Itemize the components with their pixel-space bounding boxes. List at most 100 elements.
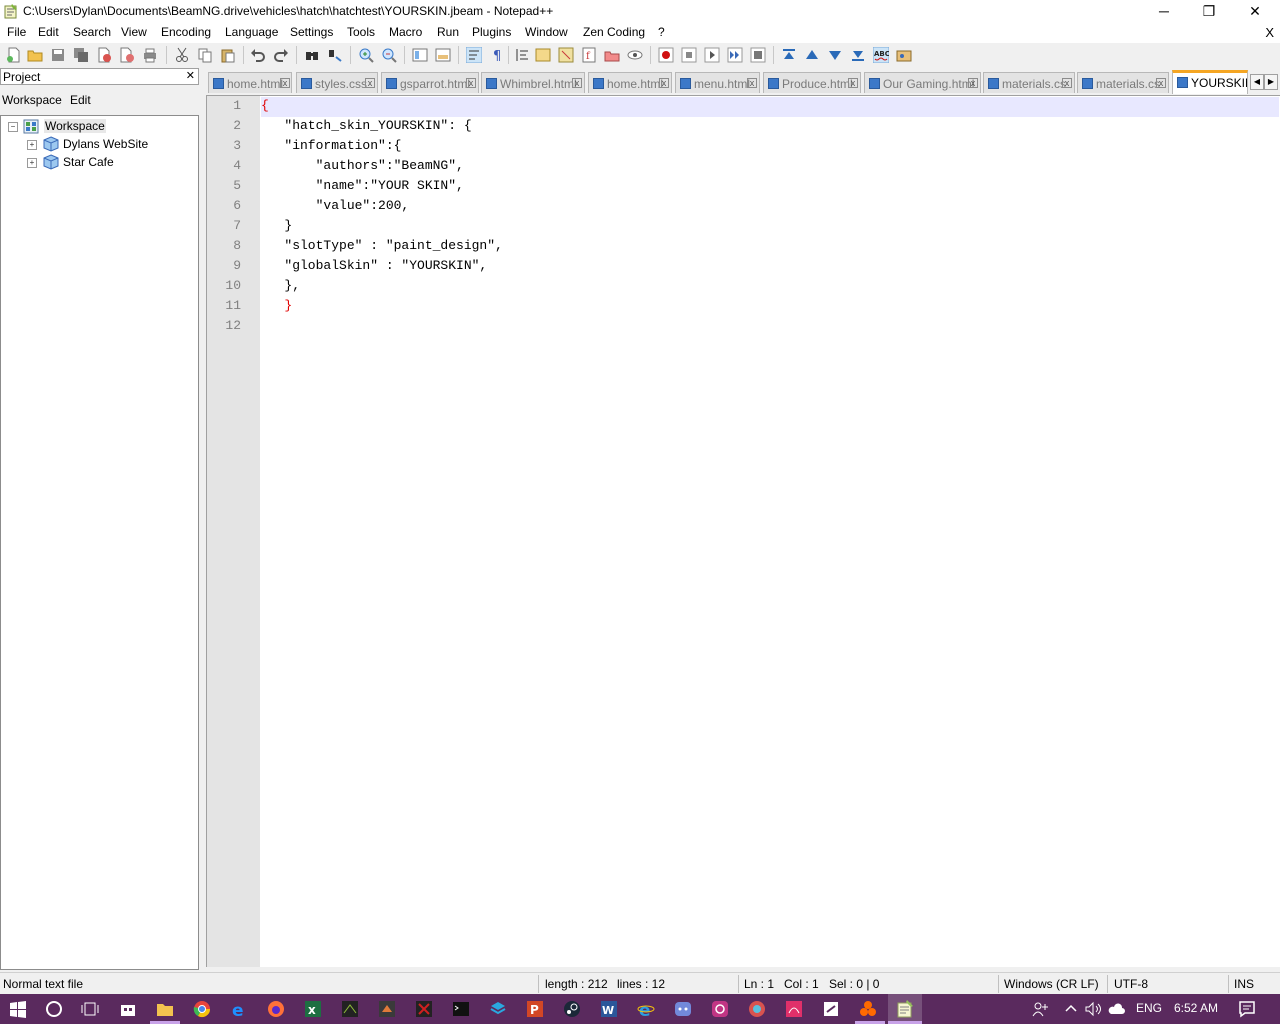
- tab-scroll-right-icon[interactable]: ▶: [1264, 74, 1278, 90]
- tab-close-icon[interactable]: x: [848, 78, 858, 88]
- app-icon-pink[interactable]: [785, 1000, 803, 1018]
- project-menu-edit[interactable]: Edit: [70, 93, 91, 107]
- project-menu-workspace[interactable]: Workspace: [2, 93, 62, 107]
- paste-icon[interactable]: [220, 47, 236, 63]
- minimize-button[interactable]: ─: [1141, 0, 1187, 23]
- save-macro-icon[interactable]: [750, 47, 766, 63]
- volume-icon[interactable]: [1084, 1000, 1102, 1018]
- tree-collapse-icon[interactable]: −: [8, 122, 18, 132]
- open-file-icon[interactable]: [27, 47, 43, 63]
- tab-whimbrel-html[interactable]: Whimbrel.html x: [481, 72, 585, 93]
- monitoring-icon[interactable]: [627, 47, 643, 63]
- show-all-chars-icon[interactable]: ¶: [489, 47, 505, 63]
- spell-check-icon[interactable]: ABC: [873, 47, 889, 63]
- menu-macro[interactable]: Macro: [389, 25, 422, 39]
- tree-item-dylans-website[interactable]: Dylans WebSite: [63, 137, 148, 151]
- tree-root-label[interactable]: Workspace: [44, 119, 106, 133]
- menu-file[interactable]: File: [7, 25, 26, 39]
- save-all-icon[interactable]: [73, 47, 89, 63]
- indent-guide-icon[interactable]: [514, 47, 530, 63]
- language-indicator[interactable]: ENG: [1136, 1001, 1162, 1015]
- close-file-icon[interactable]: [96, 47, 112, 63]
- tab-menu-html[interactable]: menu.html x: [675, 72, 760, 93]
- word-icon[interactable]: W: [600, 1000, 618, 1018]
- code-editor[interactable]: 1 2 3 4 5 6 7 8 9 10 11 12 { "hatch_skin…: [206, 95, 1280, 967]
- restore-button[interactable]: ❐: [1186, 0, 1232, 23]
- close-button[interactable]: ✕: [1232, 0, 1278, 23]
- tab-close-icon[interactable]: x: [466, 78, 476, 88]
- word-wrap-icon[interactable]: [466, 47, 482, 63]
- new-file-icon[interactable]: [6, 47, 22, 63]
- copy-icon[interactable]: [197, 47, 213, 63]
- replace-icon[interactable]: [327, 47, 343, 63]
- powerpoint-icon[interactable]: P: [526, 1000, 544, 1018]
- tab-materials-cs[interactable]: materials.cs x: [983, 72, 1075, 93]
- menu-run[interactable]: Run: [437, 25, 459, 39]
- app-icon-orange[interactable]: [859, 1000, 877, 1018]
- file-explorer-icon[interactable]: [156, 1000, 174, 1018]
- tab-home-html-2[interactable]: home.html x: [588, 72, 672, 93]
- discord-icon[interactable]: [674, 1000, 692, 1018]
- tab-gsparrot-html[interactable]: gsparrot.html x: [381, 72, 479, 93]
- app-icon-game[interactable]: [378, 1000, 396, 1018]
- move-bottom-icon[interactable]: [850, 47, 866, 63]
- excel-icon[interactable]: x: [304, 1000, 322, 1018]
- undo-icon[interactable]: [250, 47, 266, 63]
- steam-icon[interactable]: [563, 1000, 581, 1018]
- search-cortana-icon[interactable]: [45, 1000, 63, 1018]
- internet-explorer-icon[interactable]: e: [637, 1000, 655, 1018]
- tab-yourskin[interactable]: YOURSKIN: [1172, 70, 1248, 94]
- menu-language[interactable]: Language: [225, 25, 278, 39]
- people-icon[interactable]: [1031, 1000, 1049, 1018]
- app-icon-blue[interactable]: [489, 1000, 507, 1018]
- save-icon[interactable]: [50, 47, 66, 63]
- onedrive-cloud-icon[interactable]: [1108, 1000, 1126, 1018]
- tab-close-icon[interactable]: x: [1156, 78, 1166, 88]
- move-up-icon[interactable]: [804, 47, 820, 63]
- close-all-icon[interactable]: [119, 47, 135, 63]
- find-icon[interactable]: [304, 47, 320, 63]
- user-language-icon[interactable]: [535, 47, 551, 63]
- menu-zen-coding[interactable]: Zen Coding: [583, 25, 645, 39]
- print-icon[interactable]: [142, 47, 158, 63]
- tab-close-icon[interactable]: x: [968, 78, 978, 88]
- stop-macro-icon[interactable]: [681, 47, 697, 63]
- store-icon[interactable]: [119, 1000, 137, 1018]
- menu-view[interactable]: View: [121, 25, 147, 39]
- tab-home-html[interactable]: home.html x: [208, 72, 292, 93]
- show-hidden-icons-icon[interactable]: [1062, 1000, 1080, 1018]
- menu-edit[interactable]: Edit: [38, 25, 59, 39]
- sync-horizontal-icon[interactable]: [435, 47, 451, 63]
- project-panel-close-icon[interactable]: ✕: [186, 69, 195, 82]
- cut-icon[interactable]: [174, 47, 190, 63]
- tab-close-icon[interactable]: x: [1062, 78, 1072, 88]
- tab-materials-cs-2[interactable]: materials.cs x: [1077, 72, 1169, 93]
- redo-icon[interactable]: [273, 47, 289, 63]
- menu-search[interactable]: Search: [73, 25, 111, 39]
- run-macro-multiple-icon[interactable]: [727, 47, 743, 63]
- tab-close-icon[interactable]: x: [572, 78, 582, 88]
- clock[interactable]: 6:52 AM: [1174, 1001, 1218, 1015]
- tab-close-icon[interactable]: x: [659, 78, 669, 88]
- chrome-icon[interactable]: [193, 1000, 211, 1018]
- tab-produce-html[interactable]: Produce.html x: [763, 72, 861, 93]
- app-icon-dark[interactable]: [341, 1000, 359, 1018]
- tab-scroll-left-icon[interactable]: ◀: [1250, 74, 1264, 90]
- plugin-icon[interactable]: [896, 47, 912, 63]
- zoom-out-icon[interactable]: [381, 47, 397, 63]
- doc-map-icon[interactable]: [558, 47, 574, 63]
- app-icon-white[interactable]: [822, 1000, 840, 1018]
- menu-tools[interactable]: Tools: [347, 25, 375, 39]
- status-encoding[interactable]: UTF-8: [1114, 977, 1148, 991]
- move-top-icon[interactable]: [781, 47, 797, 63]
- instagram-icon[interactable]: [711, 1000, 729, 1018]
- tab-close-icon[interactable]: x: [365, 78, 375, 88]
- edge-icon[interactable]: e: [230, 1000, 248, 1018]
- task-view-icon[interactable]: [81, 1000, 99, 1018]
- move-down-icon[interactable]: [827, 47, 843, 63]
- menu-encoding[interactable]: Encoding: [161, 25, 211, 39]
- status-eol[interactable]: Windows (CR LF): [1004, 977, 1099, 991]
- zoom-in-icon[interactable]: [358, 47, 374, 63]
- app-icon-red[interactable]: [415, 1000, 433, 1018]
- menu-plugins[interactable]: Plugins: [472, 25, 511, 39]
